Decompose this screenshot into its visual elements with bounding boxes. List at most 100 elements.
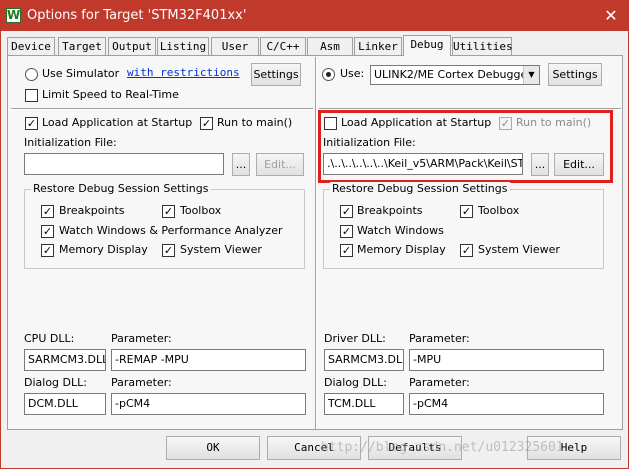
right-toolbox-checkbox[interactable]: ✓ (460, 205, 473, 218)
ok-button[interactable]: OK (166, 436, 260, 460)
check-icon: ✓ (461, 244, 472, 257)
driver-param-input[interactable]: -MPU (409, 349, 604, 371)
check-icon: ✓ (42, 244, 53, 257)
tab-c-cpp[interactable]: C/C++ (260, 37, 306, 55)
right-watch-windows-checkbox[interactable]: ✓ (340, 225, 353, 238)
left-watch-windows-checkbox[interactable]: ✓ (41, 225, 54, 238)
check-icon: ✓ (201, 117, 212, 130)
tab-device[interactable]: Device (7, 37, 55, 55)
left-system-viewer-checkbox[interactable]: ✓ (162, 244, 175, 257)
right-restore-group-title: Restore Debug Session Settings (330, 182, 510, 195)
right-watch-windows-label: Watch Windows (357, 224, 444, 237)
use-label: Use: (340, 67, 365, 80)
debugger-select[interactable]: ULINK2/ME Cortex Debugger ▼ (370, 65, 540, 85)
left-toolbox-label: Toolbox (180, 204, 222, 217)
window-title: Options for Target 'STM32F401xx' (27, 8, 247, 23)
cancel-button[interactable]: Cancel (267, 436, 361, 460)
tab-linker[interactable]: Linker (354, 37, 402, 55)
right-system-viewer-checkbox[interactable]: ✓ (460, 244, 473, 257)
right-memory-display-checkbox[interactable]: ✓ (340, 244, 353, 257)
limit-speed-label: Limit Speed to Real-Time (42, 88, 179, 101)
tab-debug[interactable]: Debug (403, 35, 451, 56)
driver-dll-label: Driver DLL: (324, 332, 386, 345)
check-icon: ✓ (42, 205, 53, 218)
use-simulator-radio[interactable] (25, 68, 38, 81)
chevron-down-icon: ▼ (523, 66, 539, 84)
left-dialog-dll-label: Dialog DLL: (24, 376, 87, 389)
right-init-file-label: Initialization File: (323, 136, 416, 149)
keil-app-icon: W (6, 8, 21, 23)
tab-asm[interactable]: Asm (307, 37, 353, 55)
use-simulator-label: Use Simulator (42, 67, 120, 80)
left-init-file-input[interactable] (24, 153, 224, 175)
check-icon: ✓ (500, 117, 511, 130)
tab-utilities[interactable]: Utilities (452, 37, 513, 55)
cpu-dll-label: CPU DLL: (24, 332, 75, 345)
right-load-app-checkbox[interactable] (324, 117, 337, 130)
right-memory-display-label: Memory Display (357, 243, 446, 256)
left-init-edit-button[interactable]: Edit... (256, 153, 304, 176)
left-restore-group-title: Restore Debug Session Settings (31, 182, 211, 195)
left-init-file-label: Initialization File: (24, 136, 117, 149)
right-dialog-dll-label: Dialog DLL: (324, 376, 387, 389)
left-toolbox-checkbox[interactable]: ✓ (162, 205, 175, 218)
right-load-app-label: Load Application at Startup (341, 116, 492, 129)
column-divider (315, 57, 317, 429)
left-dialog-param-input[interactable]: -pCM4 (111, 393, 306, 415)
cpu-dll-input[interactable]: SARMCM3.DLL (24, 349, 106, 371)
title-bar[interactable]: W Options for Target 'STM32F401xx' ✕ (1, 1, 628, 31)
check-icon: ✓ (42, 225, 53, 238)
right-init-file-input[interactable]: .\..\..\..\..\..\Keil_v5\ARM\Pack\Keil\S… (323, 153, 523, 175)
tab-target[interactable]: Target (58, 37, 106, 55)
close-icon[interactable]: ✕ (599, 5, 623, 27)
tab-listing[interactable]: Listing (157, 37, 209, 55)
left-load-app-label: Load Application at Startup (42, 116, 193, 129)
left-dialog-param-label: Parameter: (111, 376, 172, 389)
tab-user[interactable]: User (211, 37, 259, 55)
cpu-param-input[interactable]: -REMAP -MPU (111, 349, 306, 371)
driver-dll-input[interactable]: SARMCM3.DLL (324, 349, 404, 371)
left-memory-display-checkbox[interactable]: ✓ (41, 244, 54, 257)
right-dialog-param-input[interactable]: -pCM4 (409, 393, 604, 415)
debugger-settings-button[interactable]: Settings (548, 63, 602, 86)
right-init-edit-button[interactable]: Edit... (554, 153, 604, 176)
left-run-to-main-label: Run to main() (217, 116, 293, 129)
right-dialog-dll-input[interactable]: TCM.DLL (324, 393, 404, 415)
simulator-settings-button[interactable]: Settings (251, 63, 301, 86)
check-icon: ✓ (26, 117, 37, 130)
limit-speed-checkbox[interactable] (25, 89, 38, 102)
right-run-to-main-label: Run to main() (516, 116, 592, 129)
check-icon: ✓ (163, 205, 174, 218)
check-icon: ✓ (163, 244, 174, 257)
tab-output[interactable]: Output (108, 37, 156, 55)
with-restrictions-link[interactable]: with restrictions (127, 66, 240, 79)
left-watch-windows-label: Watch Windows & Performance Analyzer (59, 224, 283, 237)
right-dialog-param-label: Parameter: (409, 376, 470, 389)
driver-param-label: Parameter: (409, 332, 470, 345)
left-init-browse-button[interactable]: ... (232, 153, 250, 176)
help-button[interactable]: Help (527, 436, 621, 460)
options-dialog: W Options for Target 'STM32F401xx' ✕ Dev… (0, 0, 629, 469)
use-debugger-radio[interactable] (322, 68, 335, 81)
left-breakpoints-checkbox[interactable]: ✓ (41, 205, 54, 218)
right-breakpoints-checkbox[interactable]: ✓ (340, 205, 353, 218)
left-load-app-checkbox[interactable]: ✓ (25, 117, 38, 130)
check-icon: ✓ (341, 244, 352, 257)
defaults-button[interactable]: Defaults (368, 436, 462, 460)
left-system-viewer-label: System Viewer (180, 243, 262, 256)
debugger-select-value: ULINK2/ME Cortex Debugger (374, 68, 532, 81)
right-init-browse-button[interactable]: ... (531, 153, 549, 176)
check-icon: ✓ (341, 225, 352, 238)
left-run-to-main-checkbox[interactable]: ✓ (200, 117, 213, 130)
right-toolbox-label: Toolbox (478, 204, 520, 217)
left-breakpoints-label: Breakpoints (59, 204, 125, 217)
left-dialog-dll-input[interactable]: DCM.DLL (24, 393, 106, 415)
left-separator (11, 108, 313, 110)
left-memory-display-label: Memory Display (59, 243, 148, 256)
right-run-to-main-checkbox[interactable]: ✓ (499, 117, 512, 130)
right-breakpoints-label: Breakpoints (357, 204, 423, 217)
check-icon: ✓ (461, 205, 472, 218)
right-system-viewer-label: System Viewer (478, 243, 560, 256)
cpu-param-label: Parameter: (111, 332, 172, 345)
check-icon: ✓ (341, 205, 352, 218)
